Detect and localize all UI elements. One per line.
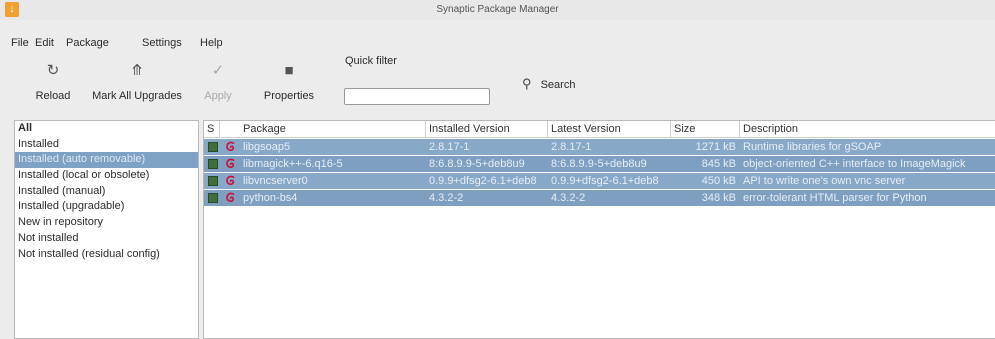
quick-filter-label: Quick filter [345,55,397,67]
properties-icon: ■ [284,62,294,79]
window-title: Synaptic Package Manager [436,4,559,15]
apply-button[interactable]: ✓ Apply [198,60,238,110]
installed-version: 8:6.8.9.9-5+deb8u9 [429,158,525,170]
menu-settings[interactable]: Settings [142,37,182,49]
quick-filter-input[interactable] [344,88,490,105]
column-size[interactable]: Size [671,121,740,138]
package-name: python-bs4 [243,192,298,204]
checkmark-icon: ✓ [211,62,225,79]
installed-version: 4.3.2-2 [429,192,464,204]
menu-help[interactable]: Help [200,37,223,49]
debian-swirl-icon [226,141,235,152]
package-name: libvncserver0 [243,175,308,187]
column-installed-version[interactable]: Installed Version [426,121,548,138]
column-package[interactable]: Package [240,121,426,138]
filter-installed-local-obsolete[interactable]: Installed (local or obsolete) [15,168,198,184]
search-label: Search [540,79,576,91]
upgrade-arrow-icon: ⤊ [130,62,144,79]
table-row[interactable]: libgsoap5 2.8.17-1 2.8.17-1 1271 kB Runt… [204,139,995,155]
column-status[interactable]: S [204,121,220,138]
column-description[interactable]: Description [740,121,995,138]
search-button[interactable]: ⚲ Search [522,76,575,92]
package-list: S Package Installed Version Latest Versi… [203,120,995,339]
table-row[interactable]: libvncserver0 0.9.9+dfsg2-6.1+deb8 0.9.9… [204,173,995,189]
filter-list: All Installed Installed (auto removable)… [14,120,199,339]
filter-new-in-repository[interactable]: New in repository [15,215,198,231]
package-name: libmagick++-6.q16-5 [243,158,343,170]
package-description: error-tolerant HTML parser for Python [743,192,927,204]
latest-version: 2.8.17-1 [551,141,592,153]
package-size: 1271 kB [695,141,736,153]
reload-button[interactable]: ↻ Reload [28,60,78,110]
table-row[interactable]: libmagick++-6.q16-5 8:6.8.9.9-5+deb8u9 8… [204,156,995,172]
installed-status-icon[interactable] [208,159,218,169]
properties-button[interactable]: ■ Properties [258,60,320,110]
search-icon: ⚲ [522,76,532,91]
filter-installed-auto-removable[interactable]: Installed (auto removable) [15,152,198,169]
installed-status-icon[interactable] [208,176,218,186]
installed-version: 2.8.17-1 [429,141,470,153]
package-size: 845 kB [701,158,736,170]
menu-package[interactable]: Package [66,37,109,49]
reload-label: Reload [35,90,71,102]
apply-label: Apply [204,90,232,102]
header-divider [204,137,995,138]
column-latest-version[interactable]: Latest Version [548,121,671,138]
filter-not-installed-residual[interactable]: Not installed (residual config) [15,247,198,263]
latest-version: 4.3.2-2 [551,192,586,204]
package-name: libgsoap5 [243,141,291,153]
debian-swirl-icon [226,192,235,203]
title-bar: ↓ Synaptic Package Manager [0,0,995,20]
filter-installed-manual[interactable]: Installed (manual) [15,184,198,200]
installed-status-icon[interactable] [208,142,218,152]
package-description: object-oriented C++ interface to ImageMa… [743,158,966,170]
reload-icon: ↻ [46,62,60,79]
installed-status-icon[interactable] [208,193,218,203]
filter-not-installed[interactable]: Not installed [15,231,198,247]
debian-swirl-icon [226,158,235,169]
filter-installed-upgradable[interactable]: Installed (upgradable) [15,199,198,215]
latest-version: 0.9.9+dfsg2-6.1+deb8 [551,175,659,187]
properties-label: Properties [263,90,315,102]
menu-file[interactable]: File [11,37,29,49]
package-description: Runtime libraries for gSOAP [743,141,882,153]
package-size: 348 kB [701,192,736,204]
installed-version: 0.9.9+dfsg2-6.1+deb8 [429,175,537,187]
filter-installed[interactable]: Installed [15,137,198,153]
package-description: API to write one's own vnc server [743,175,906,187]
table-row[interactable]: python-bs4 4.3.2-2 4.3.2-2 348 kB error-… [204,190,995,206]
package-size: 450 kB [701,175,736,187]
latest-version: 8:6.8.9.9-5+deb8u9 [551,158,647,170]
toolbar: ↻ Reload ⤊ Mark All Upgrades ✓ Apply ■ P… [0,60,995,112]
debian-swirl-icon [226,175,235,186]
menu-edit[interactable]: Edit [35,37,54,49]
mark-all-upgrades-label: Mark All Upgrades [92,90,182,102]
mark-all-upgrades-button[interactable]: ⤊ Mark All Upgrades [84,60,190,110]
filter-all[interactable]: All [15,121,198,137]
